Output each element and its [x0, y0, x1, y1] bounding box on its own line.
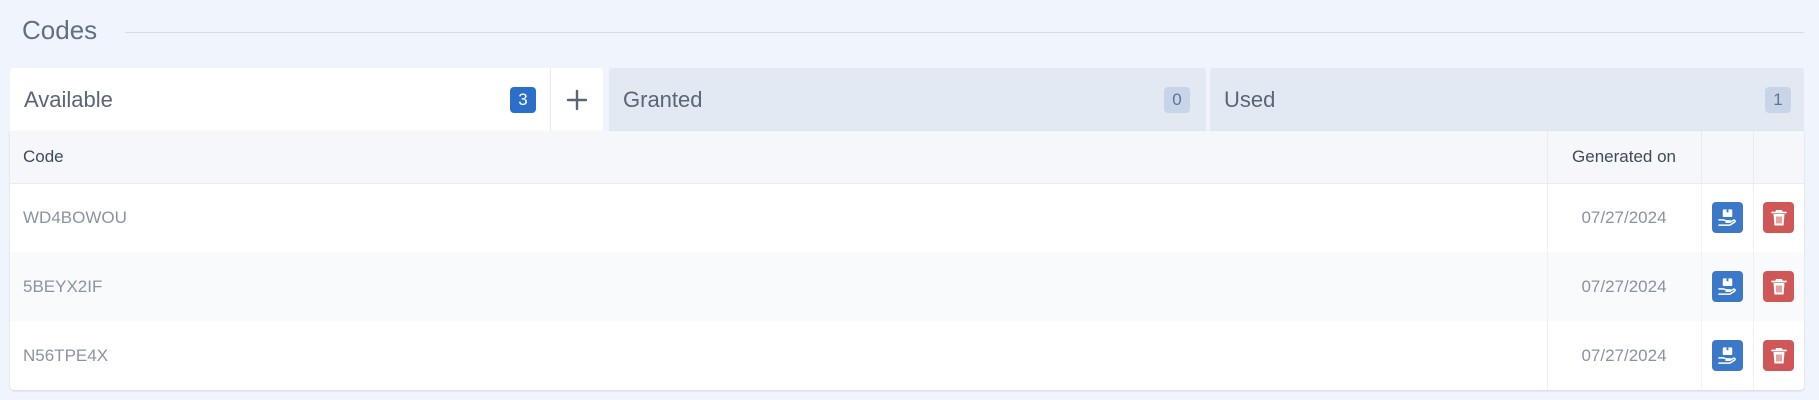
section-title: Codes [22, 14, 98, 45]
trash-icon [1770, 278, 1787, 294]
code-cell: 5BEYX2IF [23, 276, 103, 296]
trash-icon [1770, 209, 1787, 226]
codes-table-card: Code Generated on WD4BOWOU 07/27/2024 5B… [10, 131, 1804, 390]
trash-icon [1770, 347, 1787, 363]
grant-cell [1700, 321, 1753, 390]
delete-code-button[interactable] [1763, 271, 1795, 302]
grant-code-button[interactable] [1711, 340, 1743, 371]
tab-granted[interactable]: Granted 0 [609, 68, 1206, 131]
grant-code-button[interactable] [1711, 202, 1743, 234]
plus-icon [566, 89, 588, 110]
add-code-button[interactable] [550, 68, 603, 131]
tab-granted-label: Granted [623, 86, 703, 112]
section-header: Codes [22, 12, 1804, 48]
delete-cell [1752, 183, 1804, 252]
table-row: N56TPE4X 07/27/2024 [10, 321, 1804, 390]
tab-used-count-badge: 1 [1765, 86, 1791, 113]
code-cell: N56TPE4X [23, 345, 109, 365]
tab-used[interactable]: Used 1 [1210, 68, 1804, 131]
table-header-row: Code Generated on [10, 131, 1804, 184]
tab-used-label: Used [1224, 86, 1276, 112]
section-divider [125, 31, 1804, 33]
tab-granted-count-badge: 0 [1164, 86, 1190, 113]
codes-table: Code Generated on WD4BOWOU 07/27/2024 5B… [10, 131, 1804, 390]
tab-available-count-badge: 3 [510, 86, 536, 113]
delete-cell [1752, 321, 1804, 390]
hand-holding-box-icon [1717, 209, 1736, 227]
generated-on-cell: 07/27/2024 [1546, 183, 1701, 252]
grant-code-button[interactable] [1711, 271, 1743, 302]
column-header-delete [1752, 131, 1804, 184]
column-header-grant [1700, 131, 1753, 184]
hand-holding-box-icon [1717, 278, 1736, 295]
delete-code-button[interactable] [1763, 340, 1795, 371]
table-row: 5BEYX2IF 07/27/2024 [10, 252, 1804, 321]
hand-holding-box-icon [1717, 347, 1736, 364]
code-cell: WD4BOWOU [23, 207, 127, 227]
column-header-generated-on: Generated on [1546, 131, 1701, 184]
grant-cell [1700, 252, 1753, 321]
column-header-code: Code [10, 131, 1547, 184]
delete-code-button[interactable] [1763, 202, 1795, 234]
generated-on-cell: 07/27/2024 [1546, 321, 1701, 390]
table-row: WD4BOWOU 07/27/2024 [10, 183, 1804, 252]
generated-on-cell: 07/27/2024 [1546, 252, 1701, 321]
grant-cell [1700, 183, 1753, 252]
delete-cell [1752, 252, 1804, 321]
tab-available[interactable]: Available 3 [10, 68, 603, 131]
tab-available-label: Available [24, 86, 113, 112]
code-tabs: Available 3 Granted 0 Used 1 [10, 68, 1804, 131]
